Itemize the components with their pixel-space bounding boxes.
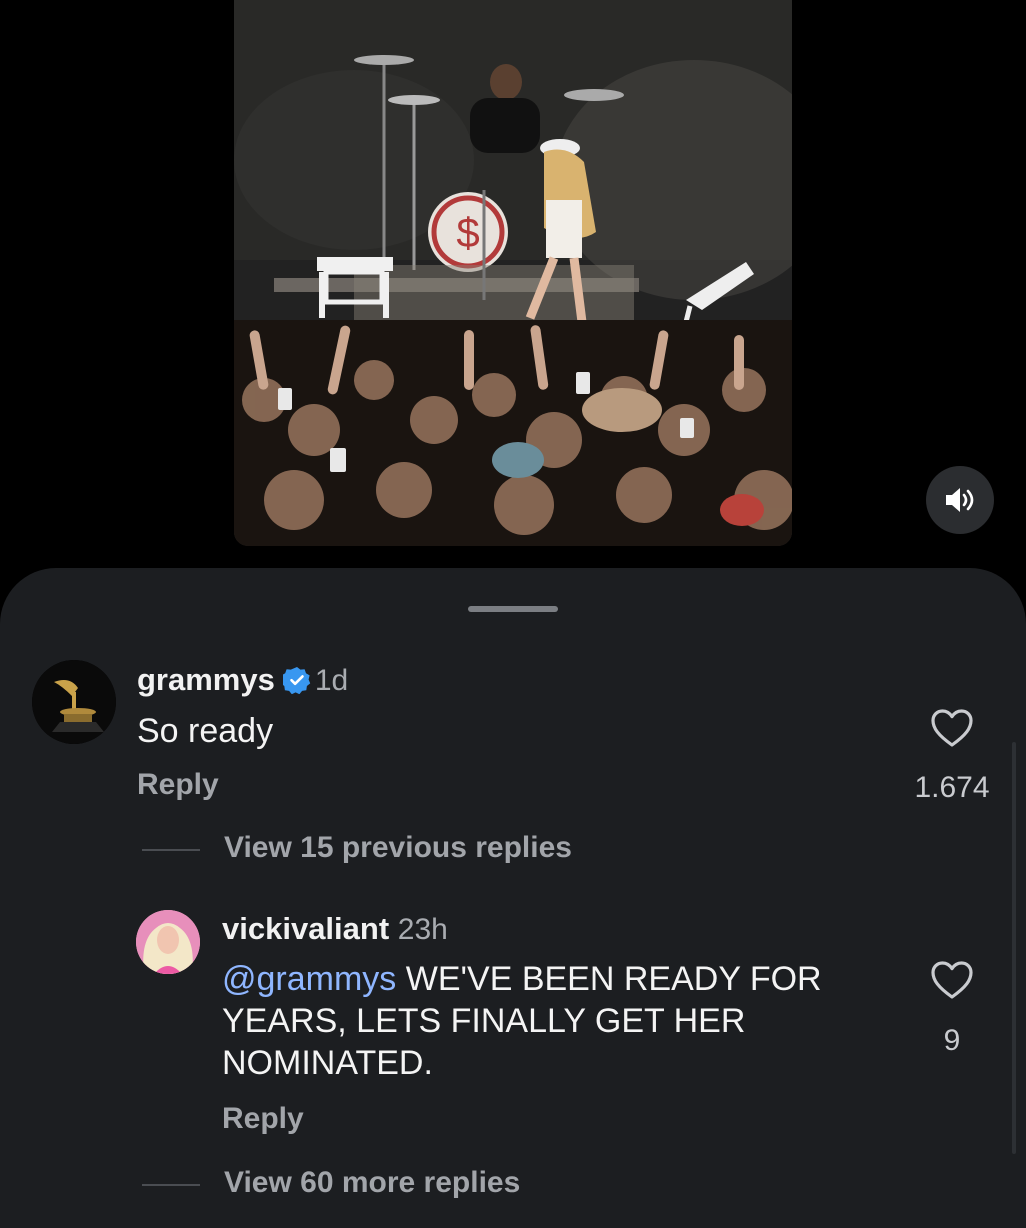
username-text[interactable]: grammys (137, 662, 275, 697)
speaker-icon (946, 488, 974, 512)
comment-username[interactable]: grammys 1d (137, 662, 348, 702)
divider (142, 849, 200, 851)
scrollbar[interactable] (1012, 742, 1016, 1154)
profile-photo (136, 910, 200, 974)
verified-badge-icon (280, 666, 311, 702)
avatar[interactable] (32, 660, 116, 744)
comment-text-line: YEARS, LETS FINALLY GET HER (222, 1002, 746, 1040)
comments-sheet[interactable]: grammys 1d So ready Reply 1.674 View 15 p… (0, 568, 1026, 1228)
gramophone-icon (32, 660, 116, 744)
concert-video-frame: $ (234, 0, 792, 546)
comment-text: So ready (137, 712, 274, 750)
mention-link[interactable]: @grammys (222, 960, 396, 998)
video-player[interactable]: $ (234, 0, 792, 546)
like-heart-icon[interactable] (930, 960, 974, 1005)
view-more-replies-button[interactable]: View 60 more replies (224, 1166, 520, 1200)
comment-text: @grammys WE'VE BEEN READY FOR YEARS, LET… (222, 958, 882, 1084)
like-count: 9 (943, 1024, 961, 1057)
sound-toggle-button[interactable] (926, 466, 994, 534)
reply-button[interactable]: Reply (137, 768, 219, 802)
avatar[interactable] (136, 910, 200, 974)
sheet-drag-handle[interactable] (468, 606, 558, 612)
reply-button[interactable]: Reply (222, 1102, 304, 1136)
like-count: 1.674 (914, 771, 990, 804)
comment-text-line: NOMINATED. (222, 1044, 433, 1082)
comment-time: 1d (314, 664, 349, 697)
view-previous-replies-button[interactable]: View 15 previous replies (224, 831, 572, 865)
username-text[interactable]: vickivaliant (222, 911, 389, 946)
svg-text:$: $ (456, 209, 479, 256)
divider (142, 1184, 200, 1186)
comment-text-line: WE'VE BEEN READY FOR (396, 960, 822, 998)
like-heart-icon[interactable] (930, 708, 974, 753)
comment-time: 23h (397, 913, 448, 946)
comment-username[interactable]: vickivaliant 23h (222, 911, 448, 947)
